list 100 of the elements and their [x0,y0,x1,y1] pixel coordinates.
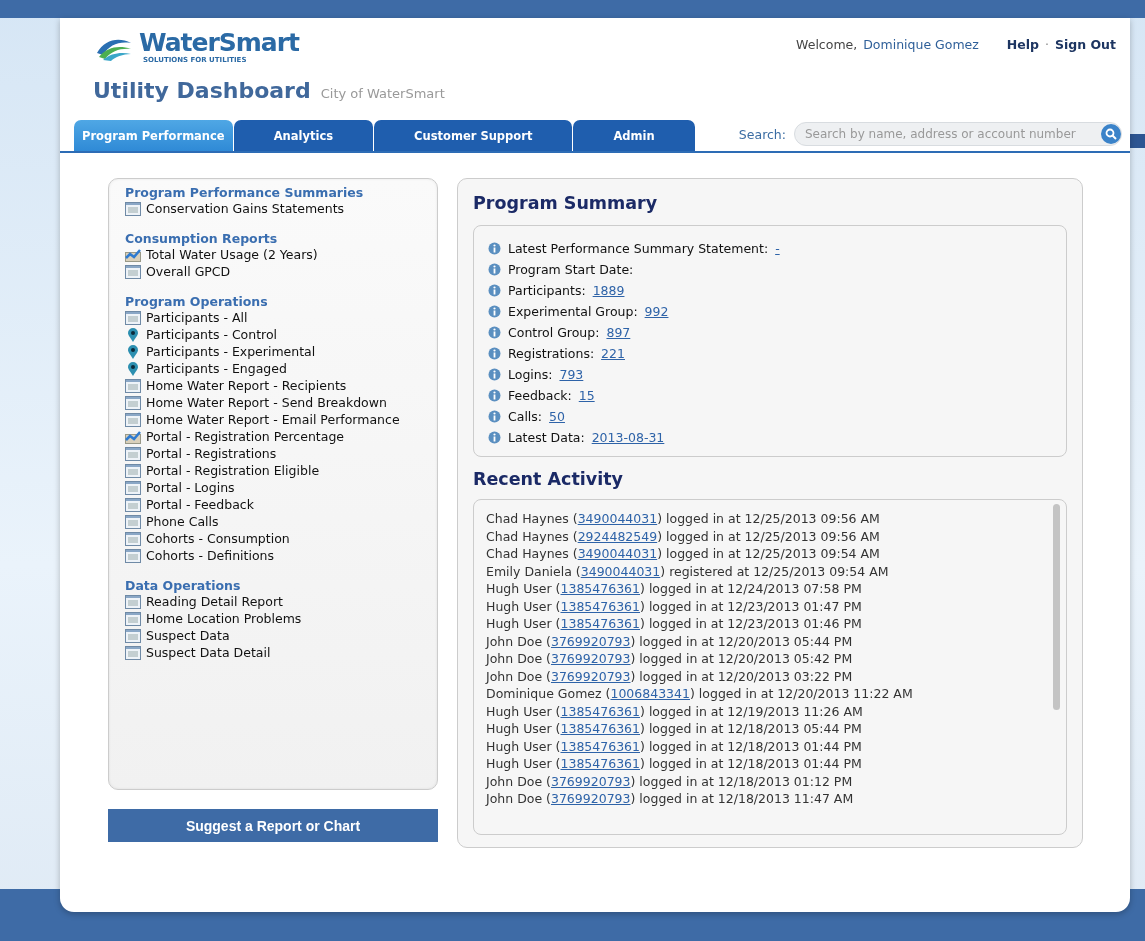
activity-entry: Hugh User (1385476361) logged in at 12/18/2013 01:44 PM [486,755,863,773]
nav-tab[interactable]: Analytics [233,120,374,151]
activity-entry: John Doe (3769920793) logged in at 12/20/2013 05:44 PM [486,632,854,650]
report-icon [125,201,141,216]
nav-tab[interactable]: Customer Support [374,120,573,151]
activity-entry: Hugh User (1385476361) logged in at 12/24/2013 07:58 PM [486,580,863,598]
report-link[interactable]: Suspect Data [125,627,427,644]
summary-value-link[interactable]: 1889 [592,280,625,301]
report-icon [125,264,141,279]
account-link[interactable]: 1385476361 [560,756,641,771]
welcome-text: Welcome, [796,37,858,52]
report-icon [125,531,141,546]
logo-wordmark: WaterSmart [139,30,299,56]
summary-value-link[interactable]: 897 [606,322,631,343]
account-link[interactable]: 3769920793 [550,668,631,684]
report-link[interactable]: Portal - Registration Eligible [125,462,427,479]
report-link[interactable]: Home Location Problems [125,610,427,627]
report-icon [125,628,141,643]
report-link[interactable]: Overall GPCD [125,263,427,280]
report-link[interactable]: Participants - Engaged [125,360,427,377]
page-subtitle: City of WaterSmart [320,86,445,101]
report-link[interactable]: Total Water Usage (2 Years) [125,246,427,263]
report-link[interactable]: Home Water Report - Email Performance [125,411,427,428]
account-link[interactable]: 1385476361 [560,598,641,614]
header-link[interactable]: Help [1006,37,1039,52]
info-icon [488,431,501,444]
report-link[interactable]: Participants - All [125,309,427,326]
report-link[interactable]: Conservation Gains Statements [125,200,427,217]
activity-entry: Hugh User (1385476361) logged in at 12/18/2013 01:44 PM [486,737,863,755]
report-link[interactable]: Portal - Logins [125,479,427,496]
summary-value-link[interactable]: 221 [601,343,625,364]
account-link[interactable]: 1385476361 [560,616,641,631]
report-icon [125,594,141,609]
account-link[interactable]: 1385476361 [560,721,641,736]
report-link[interactable]: Phone Calls [125,513,427,530]
info-icon [488,284,501,297]
summary-label: Program Start Date: [508,261,634,279]
report-link[interactable]: Portal - Registration Percentage [125,428,427,445]
report-link[interactable]: Participants - Control [125,326,427,343]
nav-tab[interactable]: Admin [573,120,695,151]
summary-value-link[interactable]: 2013-08-31 [591,427,665,448]
account-link[interactable]: 1385476361 [560,738,641,754]
account-link[interactable]: 3769920793 [550,651,631,666]
report-link[interactable]: Cohorts - Consumption [125,530,427,547]
account-link[interactable]: 3490044031 [580,563,661,579]
account-link[interactable]: 3769920793 [550,791,631,806]
report-icon [125,645,141,660]
summary-value-link[interactable]: - [775,238,780,259]
report-icon [125,480,141,495]
report-icon [125,378,141,393]
activity-entry: Emily Daniela (3490044031) registered at 12/25/2013 09:54 AM [486,562,890,580]
info-icon [488,242,501,255]
report-link[interactable]: Portal - Registrations [125,445,427,462]
account-link[interactable]: 1006843341 [610,686,690,701]
pin-icon [125,361,141,376]
account-link[interactable]: 3490044031 [577,546,658,561]
report-link[interactable]: Participants - Experimental [125,343,427,360]
account-link[interactable]: 3769920793 [550,773,631,789]
report-link[interactable]: Reading Detail Report [125,593,427,610]
pin-icon [125,344,141,359]
search-field[interactable]: Search by name, address or account number [794,122,1122,146]
account-link[interactable]: 3490044031 [577,511,658,526]
account-link[interactable]: 1385476361 [560,703,641,719]
report-link[interactable]: Home Water Report - Send Breakdown [125,394,427,411]
summary-value-link[interactable]: 50 [549,406,565,427]
chart-icon [125,247,141,262]
info-icon [488,305,501,318]
info-icon [488,368,501,381]
activity-entry: John Doe (3769920793) logged in at 12/18/2013 11:47 AM [486,790,855,808]
info-icon [488,326,501,339]
suggest-button[interactable]: Suggest a Report or Chart [108,809,438,842]
report-link[interactable]: Suspect Data Detail [125,644,427,661]
search-label: Search: [738,126,786,142]
section-heading: Recent Activity [473,469,624,489]
scrollbar[interactable] [1053,504,1060,710]
account-link[interactable]: 3769920793 [550,633,631,649]
report-link[interactable]: Portal - Feedback [125,496,427,513]
summary-label: Logins: [508,366,553,384]
report-icon [125,497,141,512]
report-icon [125,548,141,563]
user-name-link[interactable]: Dominique Gomez [863,37,979,52]
account-link[interactable]: 2924482549 [577,528,658,544]
activity-entry: Hugh User (1385476361) logged in at 12/19/2013 11:26 AM [486,702,864,720]
section-heading: Program Summary [473,193,659,213]
account-link[interactable]: 1385476361 [560,581,641,596]
report-link[interactable]: Cohorts - Definitions [125,547,427,564]
summary-value-link[interactable]: 15 [578,385,595,406]
report-icon [125,412,141,427]
chart-icon [125,429,141,444]
summary-value-link[interactable]: 992 [644,301,669,322]
search-icon[interactable] [1101,124,1121,144]
info-icon [488,389,501,402]
summary-value-link[interactable]: 793 [559,364,584,385]
activity-entry: Chad Haynes (2924482549) logged in at 12/25/2013 09:56 AM [486,527,881,545]
report-icon [125,446,141,461]
activity-entry: John Doe (3769920793) logged in at 12/18/2013 01:12 PM [486,772,854,790]
summary-label: Registrations: [508,345,595,363]
report-link[interactable]: Home Water Report - Recipients [125,377,427,394]
header-link[interactable]: Sign Out [1055,37,1116,52]
report-icon [125,310,141,325]
